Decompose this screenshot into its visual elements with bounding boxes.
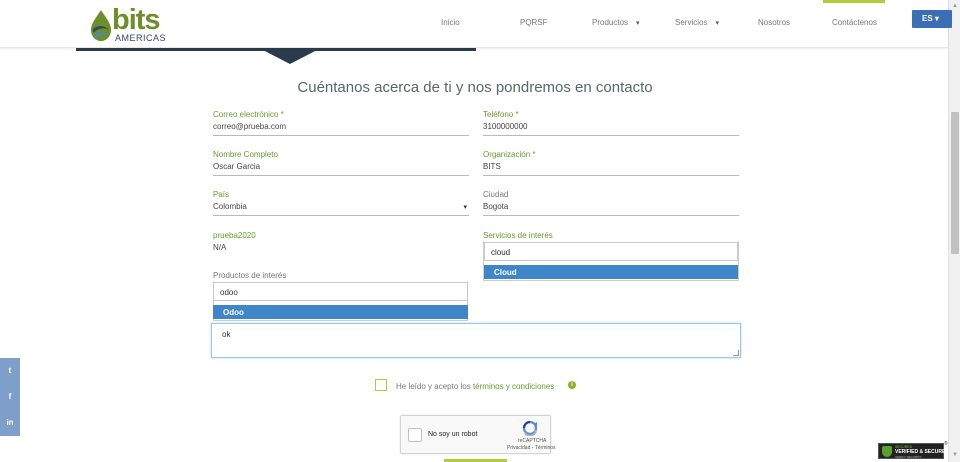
- nav-pqrsf[interactable]: PQRSF: [520, 18, 548, 27]
- chevron-down-icon: ▾: [636, 20, 640, 27]
- city-field: Ciudad Bogota: [483, 190, 739, 216]
- name-field: Nombre Completo Oscar Garcia: [213, 150, 469, 176]
- products-search-input[interactable]: odoo: [213, 282, 468, 301]
- services-option-cloud[interactable]: Cloud: [484, 265, 738, 279]
- organization-field: Organización * BITS: [483, 150, 739, 176]
- recaptcha-widget: No soy un robot reCAPTCHA Privacidad - T…: [400, 415, 556, 454]
- message-text: ok: [222, 330, 231, 339]
- services-field: Servicios de interés: [483, 231, 739, 240]
- custom-label: prueba2020: [213, 231, 256, 240]
- recaptcha-checkbox[interactable]: [408, 428, 422, 442]
- page-scrollbar[interactable]: ▲ ▼: [948, 0, 960, 462]
- message-textarea[interactable]: ok: [211, 323, 741, 358]
- badge-bottom-text: VERIFY SECURITY: [895, 455, 922, 459]
- recaptcha-label: No soy un robot: [428, 431, 478, 438]
- nav-servicios[interactable]: Servicios ▾: [675, 18, 719, 27]
- recaptcha-brand: reCAPTCHA: [518, 438, 547, 444]
- page: { "header": { "logo_word": "bits", "logo…: [0, 0, 960, 462]
- name-input[interactable]: Oscar Garcia: [213, 162, 469, 176]
- nav-contactenos[interactable]: Contáctenos: [832, 18, 877, 27]
- language-selector[interactable]: ES ▾: [912, 10, 952, 28]
- linkedin-icon[interactable]: in: [0, 410, 20, 436]
- nav-nosotros[interactable]: Nosotros: [758, 18, 790, 27]
- country-select[interactable]: Colombia: [213, 202, 469, 216]
- terms-link[interactable]: términos y condiciones: [473, 382, 554, 391]
- security-badge[interactable]: SECURED VERIFIED & SECURED VERIFY SECURI…: [878, 443, 949, 459]
- form-title: Cuéntanos acerca de ti y nos pondremos e…: [297, 79, 653, 96]
- section-pointer: [259, 48, 321, 64]
- info-icon[interactable]: i: [568, 381, 576, 389]
- site-header: bits AMERICAS Inicio PQRSF Productos ▾ Se…: [0, 0, 952, 48]
- dropdown-caret-icon: ▾: [463, 204, 467, 211]
- phone-input[interactable]: 3100000000: [483, 122, 739, 136]
- phone-field: Teléfono * 3100000000: [483, 110, 739, 136]
- nav-inicio[interactable]: Inicio: [441, 18, 460, 27]
- country-field: País Colombia ▾: [213, 190, 469, 216]
- products-field: Productos de interés: [213, 271, 469, 280]
- email-label: Correo electrónico *: [213, 110, 284, 119]
- phone-label: Teléfono *: [483, 110, 519, 119]
- organization-label: Organización *: [483, 150, 536, 159]
- scroll-thumb[interactable]: [951, 112, 959, 254]
- terms-text: He leído y acepto los términos y condici…: [396, 382, 555, 391]
- shield-icon: [882, 446, 892, 457]
- organization-input[interactable]: BITS: [483, 162, 739, 176]
- products-label: Productos de interés: [213, 271, 287, 280]
- nav-productos[interactable]: Productos ▾: [592, 18, 640, 27]
- terms-checkbox[interactable]: [375, 379, 387, 391]
- recaptcha-logo-icon: [522, 420, 538, 436]
- services-search-input[interactable]: cloud: [484, 242, 738, 261]
- email-field: Correo electrónico * correo@prueba.com: [213, 110, 469, 136]
- city-input[interactable]: Bogota: [483, 202, 739, 216]
- scroll-down-arrow-icon[interactable]: ▼: [952, 452, 958, 458]
- twitter-icon[interactable]: t: [0, 358, 20, 384]
- social-sidebar: t f in: [0, 358, 20, 436]
- services-label: Servicios de interés: [483, 231, 553, 240]
- custom-input[interactable]: N/A: [213, 243, 469, 257]
- country-label: País: [213, 190, 230, 199]
- name-label: Nombre Completo: [213, 150, 278, 159]
- scroll-up-arrow-icon[interactable]: ▲: [952, 3, 958, 9]
- recaptcha-legal-links[interactable]: Privacidad - Términos: [507, 445, 556, 451]
- resize-grip-icon[interactable]: [733, 350, 739, 356]
- chevron-down-icon: ▾: [715, 20, 719, 27]
- email-input[interactable]: correo@prueba.com: [213, 122, 469, 136]
- facebook-icon[interactable]: f: [0, 384, 20, 410]
- city-label: Ciudad: [483, 190, 509, 199]
- custom-field: prueba2020 N/A: [213, 231, 469, 257]
- main-nav: Inicio PQRSF Productos ▾ Servicios ▾ Nosot…: [0, 0, 948, 48]
- products-option-odoo[interactable]: Odoo: [213, 305, 468, 319]
